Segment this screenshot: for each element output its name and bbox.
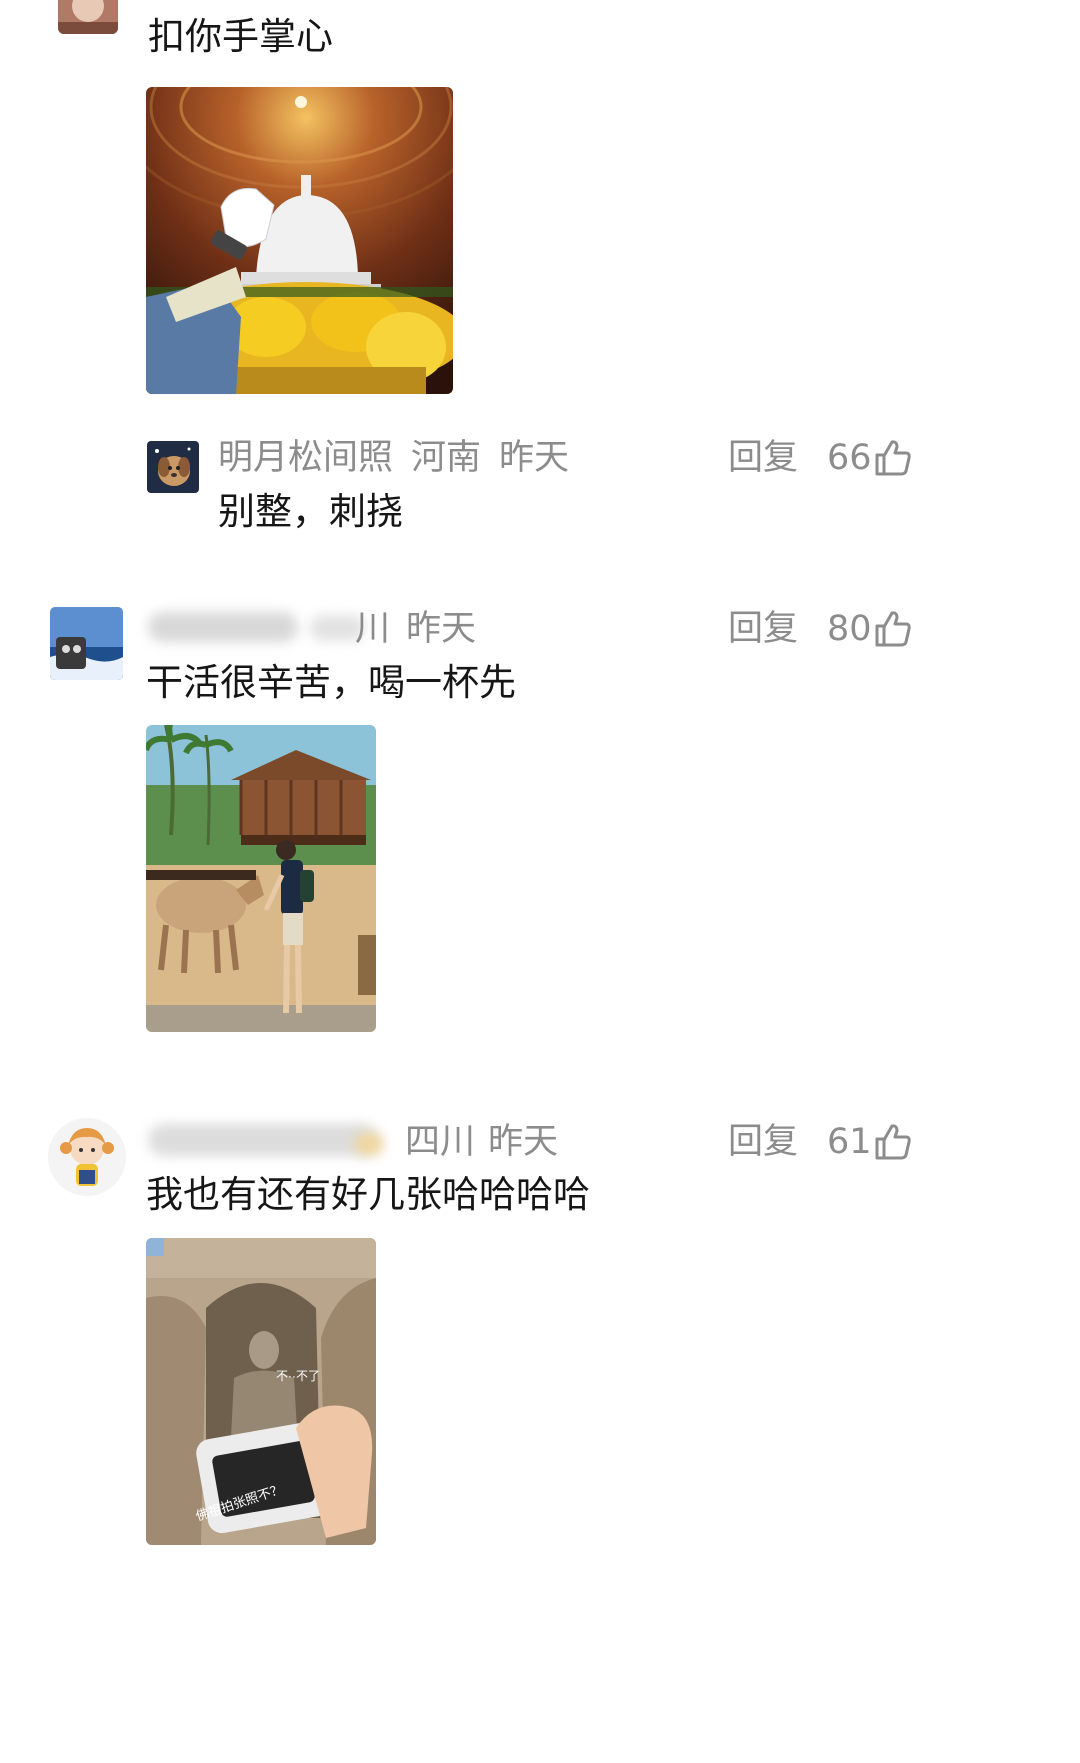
- thumbs-up-icon[interactable]: [873, 438, 913, 478]
- region: 川: [355, 609, 391, 649]
- reply-button[interactable]: 回复: [728, 612, 798, 647]
- reply-button[interactable]: 回复: [728, 1125, 798, 1160]
- comment-text: 我也有还有好几张哈哈哈哈: [146, 1173, 590, 1216]
- timestamp: 昨天: [499, 438, 570, 478]
- comment-image[interactable]: 不··不了 佛祖拍张照不？: [146, 1238, 376, 1545]
- comment-text: 扣你手掌心: [148, 15, 333, 58]
- comment-text: 别整，刺挠: [218, 490, 403, 533]
- comment-meta: 明月松间照 河南 昨天: [218, 441, 569, 476]
- username-redacted: [355, 1133, 383, 1155]
- thumbs-up-icon[interactable]: [873, 1122, 913, 1162]
- comment-image[interactable]: [146, 87, 453, 394]
- avatar[interactable]: [50, 607, 123, 680]
- comment-image[interactable]: [146, 725, 376, 1032]
- comment-text: 干活很辛苦，喝一杯先: [146, 661, 516, 704]
- region: 四川: [405, 1122, 476, 1162]
- thumbs-up-icon[interactable]: [873, 609, 913, 649]
- like-count: 66: [827, 438, 872, 478]
- timestamp: 昨天: [406, 609, 477, 649]
- username-redacted: [148, 1124, 378, 1156]
- avatar[interactable]: [147, 441, 199, 493]
- username[interactable]: 明月松间照: [218, 438, 393, 478]
- username-redacted: [148, 612, 298, 642]
- region: 河南: [411, 438, 482, 478]
- avatar[interactable]: [58, 0, 118, 34]
- reply-button[interactable]: 回复: [728, 441, 798, 476]
- timestamp: 昨天: [488, 1122, 559, 1162]
- avatar[interactable]: [48, 1118, 126, 1196]
- like-count: 61: [827, 1122, 872, 1162]
- image-caption: 不··不了: [276, 1369, 320, 1383]
- like-count: 80: [827, 609, 872, 649]
